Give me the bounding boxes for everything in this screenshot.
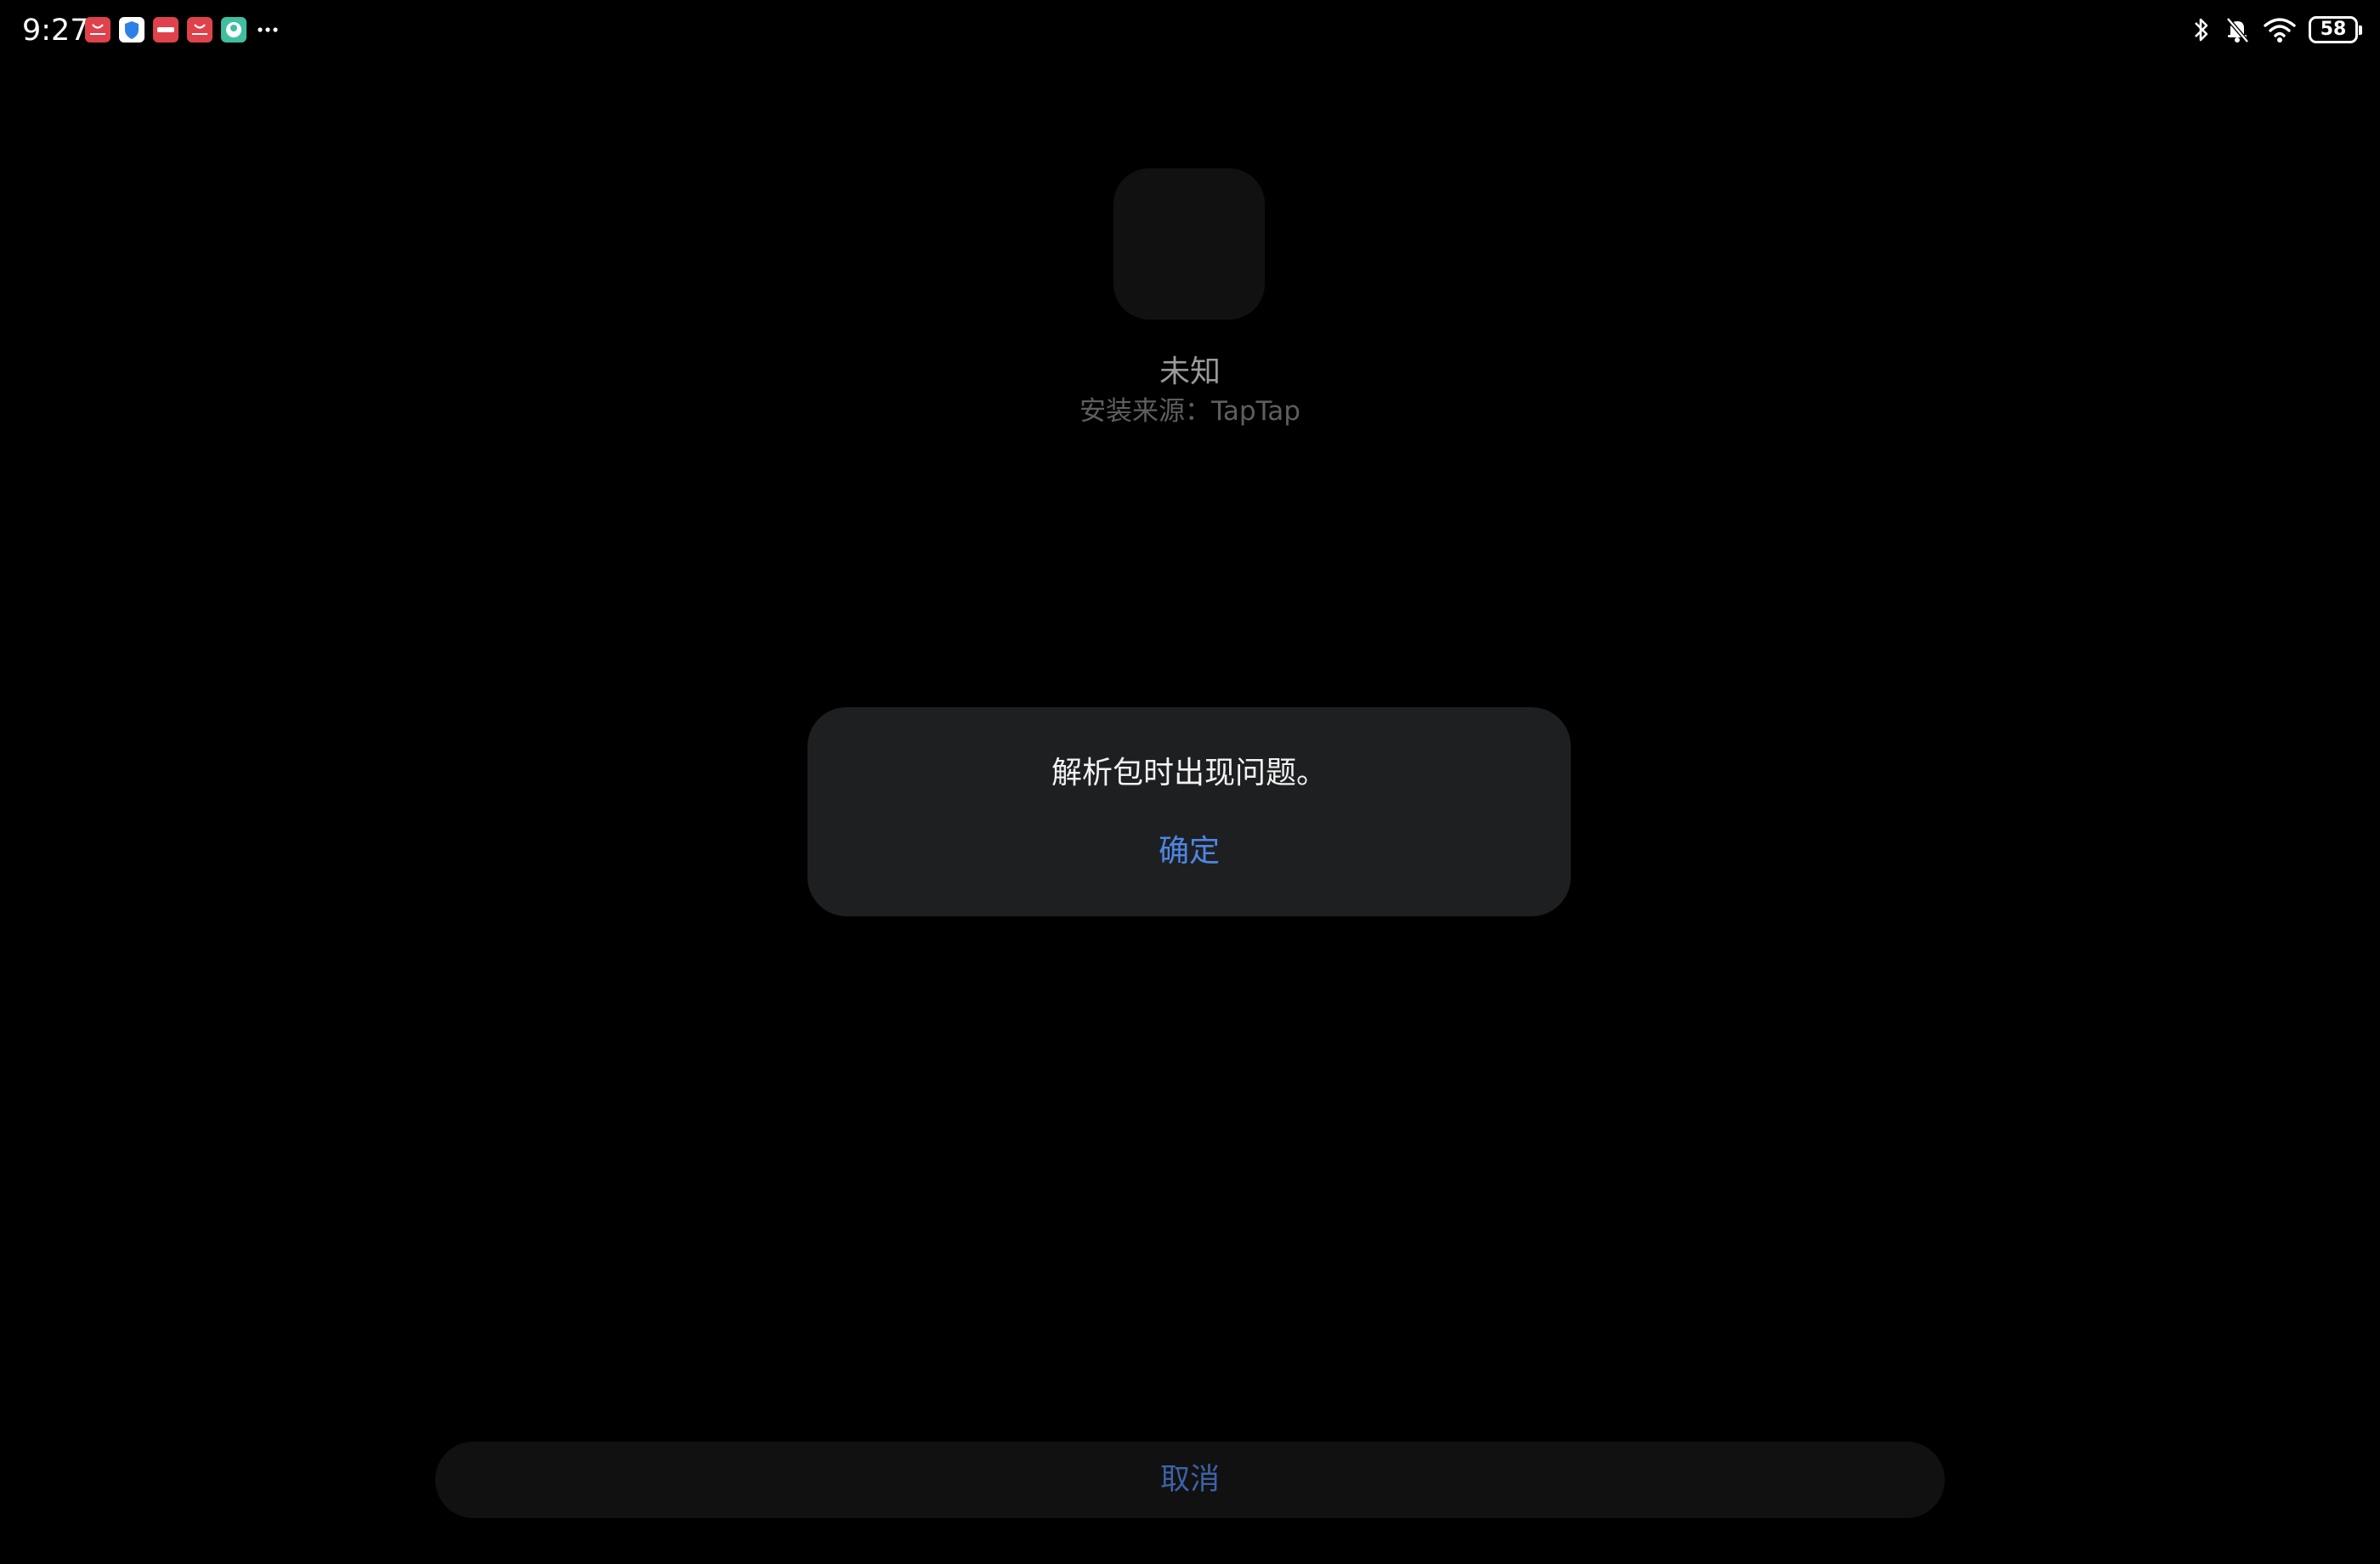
dialog-message: 解析包时出现问题。: [1051, 756, 1327, 790]
shield-icon: [119, 17, 144, 42]
cancel-button[interactable]: 取消: [435, 1442, 1945, 1518]
status-time: 9:27: [22, 14, 89, 48]
wifi-icon: [2264, 18, 2296, 42]
ok-button[interactable]: 确定: [1104, 826, 1274, 877]
notification-icons: [85, 17, 280, 42]
app-icon-placeholder: [1114, 168, 1265, 320]
teal-app-icon: [221, 17, 246, 42]
app-store-icon: [85, 17, 110, 42]
status-bar: 9:27 58: [0, 0, 2380, 61]
system-icons: 58: [2191, 15, 2362, 44]
app-store-icon-2: [187, 17, 212, 42]
install-source: 安装来源：TapTap: [1080, 396, 1300, 427]
app-icon-red: [153, 17, 178, 42]
bluetooth-icon: [2195, 18, 2208, 42]
bell-muted-icon: [2226, 17, 2249, 43]
app-name: 未知: [1159, 354, 1221, 389]
battery-level: 58: [2320, 19, 2347, 40]
error-dialog: 解析包时出现问题。 确定: [808, 707, 1571, 916]
more-notifications-icon: [255, 17, 280, 42]
battery-icon: 58: [2309, 16, 2362, 43]
